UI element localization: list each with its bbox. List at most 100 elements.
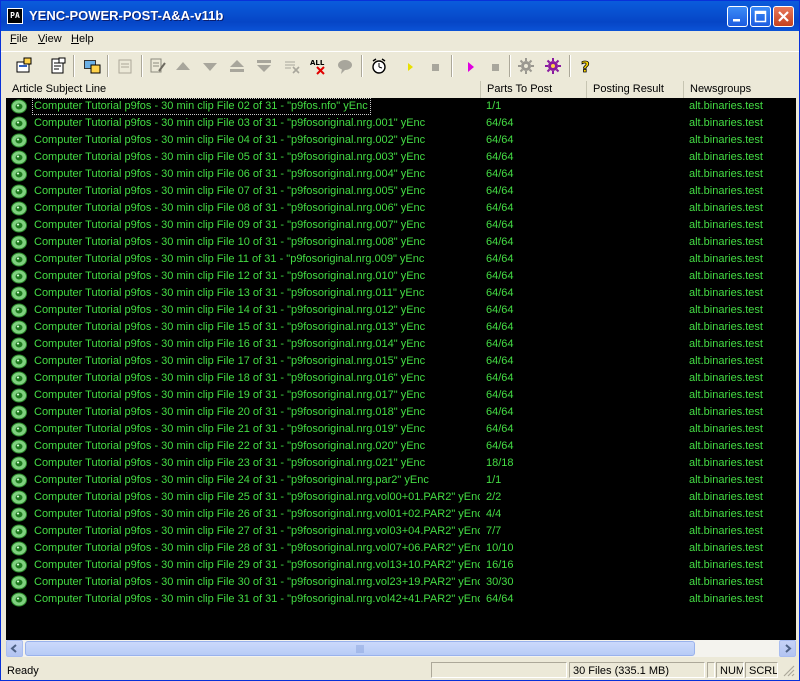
table-row[interactable]: Computer Tutorial p9fos - 30 min clip Fi… <box>6 234 796 251</box>
cell-newsgroups: alt.binaries.test <box>689 559 763 571</box>
table-row[interactable]: Computer Tutorial p9fos - 30 min clip Fi… <box>6 353 796 370</box>
timer-button[interactable] <box>368 55 390 77</box>
column-header-parts[interactable]: Parts To Post <box>481 81 587 98</box>
resize-grip-icon[interactable] <box>783 665 795 677</box>
cell-parts: 64/64 <box>486 355 514 367</box>
table-row[interactable]: Computer Tutorial p9fos - 30 min clip Fi… <box>6 319 796 336</box>
table-row[interactable]: Computer Tutorial p9fos - 30 min clip Fi… <box>6 557 796 574</box>
start-button[interactable] <box>399 55 421 77</box>
table-row[interactable]: Computer Tutorial p9fos - 30 min clip Fi… <box>6 421 796 438</box>
table-row[interactable]: Computer Tutorial p9fos - 30 min clip Fi… <box>6 132 796 149</box>
cell-newsgroups: alt.binaries.test <box>689 423 763 435</box>
stop-button[interactable] <box>425 55 447 77</box>
article-status-icon <box>11 524 27 539</box>
table-row[interactable]: Computer Tutorial p9fos - 30 min clip Fi… <box>6 115 796 132</box>
table-row[interactable]: Computer Tutorial p9fos - 30 min clip Fi… <box>6 404 796 421</box>
delete-all-label: ALL <box>310 59 325 67</box>
cell-parts: 64/64 <box>486 168 514 180</box>
properties-button[interactable] <box>13 55 35 77</box>
cell-subject: Computer Tutorial p9fos - 30 min clip Fi… <box>34 236 426 248</box>
svg-text:?: ? <box>581 58 590 75</box>
cell-parts: 64/64 <box>486 321 514 333</box>
delete-button[interactable] <box>281 55 303 77</box>
table-row[interactable]: Computer Tutorial p9fos - 30 min clip Fi… <box>6 438 796 455</box>
table-row[interactable]: Computer Tutorial p9fos - 30 min clip Fi… <box>6 217 796 234</box>
edit-button[interactable] <box>147 55 169 77</box>
scroll-right-button[interactable] <box>779 640 796 657</box>
cell-parts: 64/64 <box>486 270 514 282</box>
disabled-doc-button[interactable] <box>114 55 136 77</box>
column-header-newsgroups[interactable]: Newsgroups <box>684 81 796 98</box>
table-row[interactable]: Computer Tutorial p9fos - 30 min clip Fi… <box>6 472 796 489</box>
article-status-icon <box>11 507 27 522</box>
help-button[interactable]: ? <box>575 55 597 77</box>
menu-help[interactable]: Help <box>71 33 94 45</box>
options-button[interactable] <box>542 55 564 77</box>
app-icon[interactable]: PA <box>7 8 23 24</box>
table-row[interactable]: Computer Tutorial p9fos - 30 min clip Fi… <box>6 506 796 523</box>
move-up-button[interactable] <box>172 55 194 77</box>
table-row[interactable]: Computer Tutorial p9fos - 30 min clip Fi… <box>6 166 796 183</box>
minimize-button[interactable] <box>727 6 748 27</box>
table-row[interactable]: Computer Tutorial p9fos - 30 min clip Fi… <box>6 285 796 302</box>
grip-icon <box>356 645 364 653</box>
menu-view[interactable]: View <box>38 33 62 45</box>
column-header-subject[interactable]: Article Subject Line <box>6 81 481 98</box>
table-row[interactable]: Computer Tutorial p9fos - 30 min clip Fi… <box>6 574 796 591</box>
article-status-icon <box>11 439 27 454</box>
chevron-right-icon <box>785 644 792 653</box>
table-row[interactable]: Computer Tutorial p9fos - 30 min clip Fi… <box>6 268 796 285</box>
cell-parts: 64/64 <box>486 372 514 384</box>
scroll-thumb[interactable] <box>25 641 695 656</box>
horizontal-scrollbar[interactable] <box>6 640 796 657</box>
cell-subject: Computer Tutorial p9fos - 30 min clip Fi… <box>34 253 425 265</box>
cell-subject: Computer Tutorial p9fos - 30 min clip Fi… <box>34 508 480 520</box>
article-status-icon <box>11 575 27 590</box>
delete-icon <box>285 61 300 74</box>
add-files-button[interactable] <box>47 55 69 77</box>
settings-button[interactable] <box>515 55 537 77</box>
table-row[interactable]: Computer Tutorial p9fos - 30 min clip Fi… <box>6 523 796 540</box>
delete-all-button[interactable]: ALL <box>307 55 329 77</box>
app-window: PA YENC-POWER-POST-A&A-v11b File View He… <box>0 0 800 681</box>
table-row[interactable]: Computer Tutorial p9fos - 30 min clip Fi… <box>6 183 796 200</box>
article-list[interactable]: Computer Tutorial p9fos - 30 min clip Fi… <box>6 98 796 640</box>
maximize-button[interactable] <box>750 6 771 27</box>
toolbar-separator <box>141 55 143 77</box>
close-button[interactable] <box>773 6 794 27</box>
table-row[interactable]: Computer Tutorial p9fos - 30 min clip Fi… <box>6 455 796 472</box>
cell-newsgroups: alt.binaries.test <box>689 440 763 452</box>
move-down-button[interactable] <box>199 55 221 77</box>
comment-button[interactable] <box>334 55 356 77</box>
cell-newsgroups: alt.binaries.test <box>689 406 763 418</box>
cell-newsgroups: alt.binaries.test <box>689 372 763 384</box>
article-status-icon <box>11 320 27 335</box>
status-panel-empty <box>431 662 567 678</box>
stop-alt-button[interactable] <box>485 55 507 77</box>
title-bar[interactable]: PA YENC-POWER-POST-A&A-v11b <box>1 1 799 31</box>
table-row[interactable]: Computer Tutorial p9fos - 30 min clip Fi… <box>6 540 796 557</box>
cell-newsgroups: alt.binaries.test <box>689 134 763 146</box>
table-row[interactable]: Computer Tutorial p9fos - 30 min clip Fi… <box>6 591 796 608</box>
post-button[interactable] <box>81 55 103 77</box>
table-row[interactable]: Computer Tutorial p9fos - 30 min clip Fi… <box>6 387 796 404</box>
stop-magenta-icon <box>492 64 499 71</box>
menu-file[interactable]: File <box>10 33 28 45</box>
column-header-result[interactable]: Posting Result <box>587 81 684 98</box>
table-row[interactable]: Computer Tutorial p9fos - 30 min clip Fi… <box>6 149 796 166</box>
start-alt-button[interactable] <box>459 55 481 77</box>
scroll-left-button[interactable] <box>6 640 23 657</box>
table-row[interactable]: Computer Tutorial p9fos - 30 min clip Fi… <box>6 200 796 217</box>
table-row[interactable]: Computer Tutorial p9fos - 30 min clip Fi… <box>6 336 796 353</box>
cell-subject: Computer Tutorial p9fos - 30 min clip Fi… <box>32 98 371 115</box>
table-row[interactable]: Computer Tutorial p9fos - 30 min clip Fi… <box>6 489 796 506</box>
table-row[interactable]: Computer Tutorial p9fos - 30 min clip Fi… <box>6 251 796 268</box>
table-row[interactable]: Computer Tutorial p9fos - 30 min clip Fi… <box>6 302 796 319</box>
move-bottom-button[interactable] <box>253 55 275 77</box>
cell-parts: 64/64 <box>486 423 514 435</box>
menu-help-label: elp <box>78 33 94 45</box>
table-row[interactable]: Computer Tutorial p9fos - 30 min clip Fi… <box>6 98 796 115</box>
table-row[interactable]: Computer Tutorial p9fos - 30 min clip Fi… <box>6 370 796 387</box>
cell-parts: 64/64 <box>486 287 514 299</box>
move-top-button[interactable] <box>226 55 248 77</box>
